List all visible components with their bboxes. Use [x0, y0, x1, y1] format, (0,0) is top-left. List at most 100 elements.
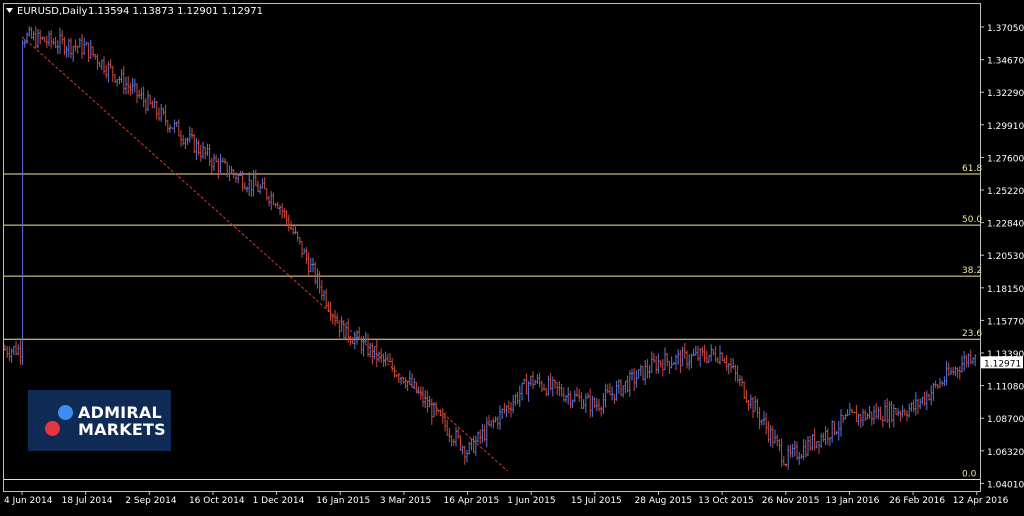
chart-menu-arrow-icon[interactable]	[6, 8, 13, 13]
ohlc-bar	[272, 192, 275, 205]
ohlc-bar	[917, 398, 919, 415]
ohlc-bar	[162, 107, 165, 116]
ohlc-bar	[675, 354, 677, 371]
ohlc-bar	[41, 36, 44, 40]
ohlc-bar	[609, 383, 611, 396]
ohlc-bar	[118, 76, 121, 85]
price-tick-label: 1.29910	[987, 122, 1024, 132]
ohlc-bar	[846, 409, 849, 417]
ohlc-bar	[274, 203, 277, 208]
ohlc-bar	[483, 424, 486, 442]
ohlc-bar	[738, 374, 741, 386]
ohlc-bar	[107, 61, 110, 83]
ohlc-bar	[127, 76, 130, 95]
ohlc-bar	[600, 406, 603, 417]
ohlc-bar	[956, 367, 959, 379]
ohlc-bar	[89, 39, 92, 59]
ohlc-bar	[798, 451, 801, 465]
ohlc-bar	[496, 416, 499, 430]
ohlc-bar	[703, 344, 706, 363]
ohlc-bar	[411, 373, 413, 389]
price-tick-label: 1.37050	[987, 24, 1024, 34]
ohlc-bar	[965, 354, 968, 368]
ohlc-bar	[10, 348, 13, 363]
ohlc-bar	[63, 36, 66, 56]
ohlc-bar	[474, 435, 477, 456]
ohlc-bar	[400, 376, 402, 385]
ohlc-bar	[481, 423, 484, 444]
ohlc-bar	[785, 463, 787, 467]
ohlc-bar	[56, 40, 59, 55]
ohlc-bar	[23, 38, 26, 48]
ohlc-bar	[435, 402, 438, 416]
ohlc-bar	[74, 39, 77, 52]
ohlc-bar	[182, 135, 185, 146]
time-tick-label: 2 Sep 2014	[125, 496, 177, 506]
ohlc-bar	[138, 89, 141, 99]
ohlc-bar	[149, 94, 152, 105]
ohlc-bar	[554, 379, 556, 389]
ohlc-bar	[28, 25, 31, 37]
ohlc-bar	[378, 351, 380, 362]
ohlc-bar	[81, 34, 83, 59]
time-tick-label: 3 Mar 2015	[380, 496, 431, 506]
ohlc-bar	[254, 169, 257, 187]
ohlc-bar	[250, 179, 253, 197]
ohlc-bar	[184, 137, 187, 150]
ohlc-bar	[210, 157, 213, 174]
ohlc-bar	[628, 370, 631, 397]
ohlc-bar	[881, 416, 884, 428]
ohlc-bar	[679, 350, 682, 374]
ohlc-bar	[243, 182, 246, 190]
ohlc-bar	[930, 385, 933, 406]
price-tick-label: 1.06320	[987, 448, 1024, 458]
ohlc-bar	[466, 450, 468, 463]
ohlc-bar	[270, 191, 273, 211]
ohlc-bar	[246, 186, 248, 193]
ohlc-bar	[61, 30, 64, 45]
ohlc-bar	[83, 37, 86, 55]
ohlc-bar	[787, 444, 790, 470]
ohlc-bar	[908, 403, 911, 418]
ohlc-bar	[219, 153, 222, 175]
price-tick-label: 1.15770	[987, 317, 1024, 327]
ohlc-bar	[562, 387, 565, 402]
ohlc-bar	[796, 441, 798, 461]
ohlc-bar	[589, 388, 592, 418]
ohlc-bar	[941, 380, 944, 387]
ohlc-bar	[424, 390, 427, 409]
ohlc-bar	[582, 399, 585, 409]
ohlc-bar	[111, 66, 114, 83]
ohlc-bar	[532, 371, 534, 389]
ohlc-bar	[824, 426, 827, 446]
price-tick-label: 1.18150	[987, 285, 1024, 295]
ohlc-bar	[543, 383, 545, 391]
ohlc-bar	[195, 138, 198, 160]
fib-level-label: 23.6	[962, 329, 982, 339]
ohlc-bar	[292, 225, 295, 235]
ohlc-bar	[864, 409, 867, 422]
ohlc-bar	[844, 413, 847, 420]
ohlc-bar	[829, 437, 831, 447]
fib-level-label: 38.2	[962, 266, 982, 276]
ohlc-bar	[701, 346, 704, 357]
time-tick-label: 16 Oct 2014	[189, 496, 245, 506]
ohlc-bar	[373, 346, 376, 360]
ohlc-bar	[573, 390, 576, 403]
ohlc-bar	[169, 124, 171, 133]
ohlc-bar	[259, 184, 262, 194]
ohlc-bar	[809, 436, 812, 451]
ohlc-bar	[833, 421, 836, 435]
ohlc-bar	[48, 30, 50, 47]
ohlc-bar	[943, 376, 946, 387]
ohlc-bar	[547, 375, 550, 396]
ohlc-bar	[261, 178, 264, 189]
ohlc-bar	[877, 406, 880, 420]
ohlc-bar	[868, 406, 871, 420]
price-tick-label: 1.08700	[987, 415, 1024, 425]
ohlc-bar	[364, 331, 367, 343]
ohlc-bar	[897, 408, 900, 417]
ohlc-bar	[932, 382, 935, 402]
ohlc-bar	[131, 77, 134, 95]
ohlc-bar	[855, 404, 858, 423]
